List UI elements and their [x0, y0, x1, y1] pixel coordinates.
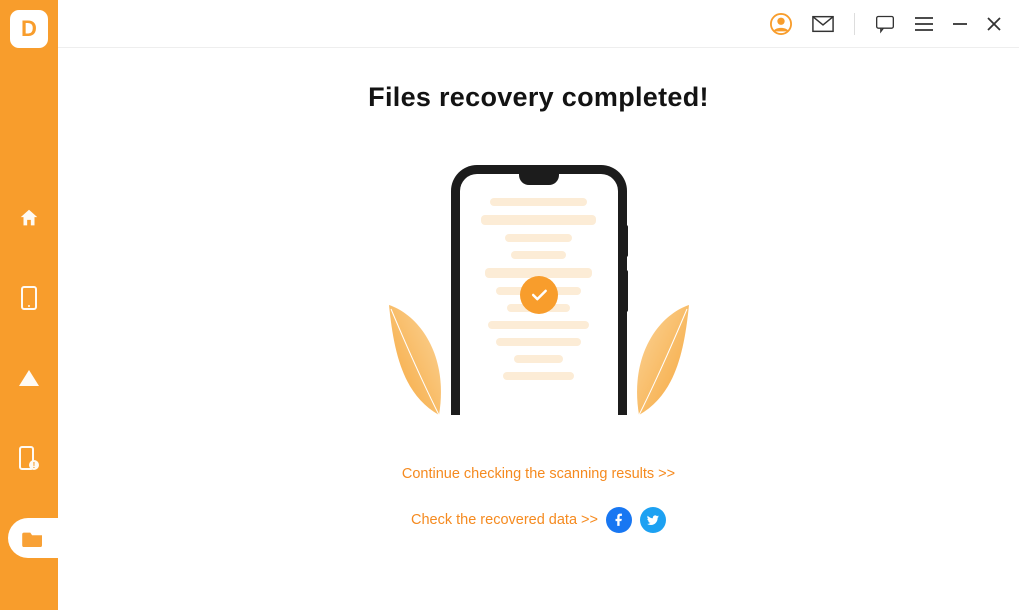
- sidebar-item-phone-alert[interactable]: !: [0, 438, 58, 478]
- sidebar-item-cloud[interactable]: [0, 358, 58, 398]
- menu-icon: [915, 16, 933, 32]
- svg-text:!: !: [33, 461, 36, 470]
- share-facebook-button[interactable]: [606, 507, 632, 533]
- phone-icon: [20, 286, 38, 310]
- close-icon: [987, 17, 1001, 31]
- feedback-icon: [875, 14, 895, 34]
- minimize-icon: [953, 17, 967, 31]
- leaf-left-icon: [379, 305, 449, 415]
- sidebar: D !: [0, 0, 58, 610]
- feedback-button[interactable]: [875, 14, 895, 34]
- sidebar-item-home[interactable]: [0, 198, 58, 238]
- sidebar-item-folder[interactable]: [8, 518, 58, 558]
- topbar-divider: [854, 13, 855, 35]
- app-logo: D: [10, 10, 48, 48]
- check-icon: [529, 285, 549, 305]
- sidebar-item-phone[interactable]: [0, 278, 58, 318]
- mail-icon: [812, 15, 834, 33]
- mail-button[interactable]: [812, 15, 834, 33]
- menu-button[interactable]: [915, 16, 933, 32]
- user-icon: [770, 13, 792, 35]
- success-check-badge: [520, 276, 558, 314]
- continue-scanning-link[interactable]: Continue checking the scanning results >…: [402, 466, 675, 482]
- phone-mock: [451, 165, 627, 415]
- check-recovered-link[interactable]: Check the recovered data >>: [411, 512, 598, 528]
- user-button[interactable]: [770, 13, 792, 35]
- page-heading: Files recovery completed!: [368, 82, 709, 113]
- home-icon: [18, 207, 40, 229]
- logo-letter: D: [21, 16, 37, 42]
- folder-open-icon: [22, 529, 44, 547]
- twitter-icon: [646, 513, 660, 527]
- leaf-right-icon: [629, 305, 699, 415]
- share-twitter-button[interactable]: [640, 507, 666, 533]
- main-area: Files recovery completed!: [58, 0, 1019, 610]
- phone-side-button-2: [623, 270, 628, 312]
- phone-side-button-1: [623, 225, 628, 257]
- cloud-icon: [17, 368, 41, 388]
- phone-notch: [519, 173, 559, 185]
- minimize-button[interactable]: [953, 17, 967, 31]
- close-button[interactable]: [987, 17, 1001, 31]
- content: Files recovery completed!: [58, 48, 1019, 610]
- phone-alert-icon: !: [19, 446, 39, 470]
- title-bar: [58, 0, 1019, 48]
- success-illustration: [409, 155, 669, 415]
- facebook-icon: [612, 513, 626, 527]
